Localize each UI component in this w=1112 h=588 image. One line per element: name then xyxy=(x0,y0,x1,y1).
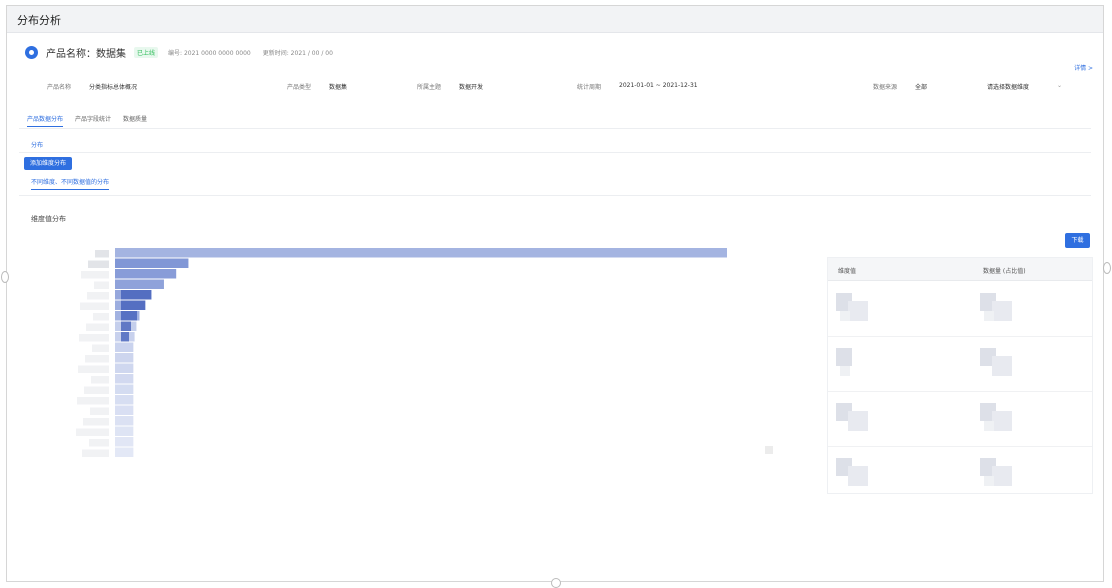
table-cell xyxy=(980,293,1014,323)
update-time: 更新时间: 2021 / 00 / 00 xyxy=(262,49,333,57)
chart-category-label xyxy=(79,334,109,342)
chart-bar[interactable] xyxy=(115,405,134,416)
chart-category-label xyxy=(92,344,109,352)
add-dimension-button[interactable]: 添加维度分布 xyxy=(24,157,72,170)
distribution-table: 维度值 数据量 (占比值) xyxy=(827,257,1093,494)
chart-bar[interactable] xyxy=(115,363,134,374)
chart-bar[interactable] xyxy=(115,384,134,395)
info-label-3: 所属主题 xyxy=(417,84,442,91)
column-header-count: 数据量 (占比值) xyxy=(983,268,1026,275)
table-cell xyxy=(980,348,1014,378)
chart-category-label xyxy=(80,302,109,310)
chart-bar-highlight xyxy=(121,332,129,342)
app-window: 分布分析 产品名称：数据集 已上线 编号: 2021 0000 0000 000… xyxy=(6,5,1104,582)
info-value-5: 全部 xyxy=(915,84,928,91)
table-row[interactable] xyxy=(828,391,1092,447)
info-row: 产品名称 分类指标总体概况 产品类型 数据集 所属主题 数据开发 统计周期 20… xyxy=(47,82,1083,94)
table-row[interactable] xyxy=(828,336,1092,392)
product-logo-icon xyxy=(25,45,38,59)
download-button[interactable]: 下载 xyxy=(1065,233,1090,248)
product-header: 产品名称：数据集 已上线 编号: 2021 0000 0000 0000 更新时… xyxy=(25,44,345,60)
info-label-5: 数据来源 xyxy=(873,84,898,91)
chart-category-label xyxy=(84,386,109,394)
table-cell xyxy=(980,403,1014,433)
chart-category-label xyxy=(81,271,109,279)
tab-quality[interactable]: 数据质量 xyxy=(123,114,147,127)
chart-bar[interactable] xyxy=(115,374,134,384)
section-title: 维度值分布 xyxy=(31,215,66,223)
chart-bar-highlight xyxy=(121,290,151,300)
tab-distribution[interactable]: 产品数据分布 xyxy=(27,114,64,127)
chart-category-label xyxy=(86,323,109,331)
table-cell xyxy=(980,458,1014,488)
table-cell xyxy=(836,348,870,378)
details-link[interactable]: 详情 > xyxy=(1074,63,1093,72)
chart-bar[interactable] xyxy=(115,353,134,363)
chart-category-label xyxy=(94,281,109,289)
chart-bar[interactable] xyxy=(115,447,134,458)
chart-category-label xyxy=(82,449,109,457)
table-header: 维度值 数据量 (占比值) xyxy=(828,258,1092,281)
info-label-2: 产品类型 xyxy=(287,84,312,91)
chart-bar[interactable] xyxy=(115,258,189,269)
chart-bar-highlight xyxy=(121,311,137,321)
table-cell xyxy=(836,293,870,323)
chart-category-label xyxy=(88,260,109,268)
table-row[interactable] xyxy=(828,281,1092,337)
chart-bar[interactable] xyxy=(115,426,134,437)
product-id: 编号: 2021 0000 0000 0000 xyxy=(168,49,251,57)
dimension-select[interactable]: 请选择数据维度 xyxy=(987,82,1029,91)
chart-bar[interactable] xyxy=(115,416,134,426)
page-title: 分布分析 xyxy=(17,14,61,27)
chart-category-label xyxy=(90,407,109,415)
info-value-2: 数据集 xyxy=(329,84,348,91)
chart-category-label xyxy=(77,397,109,405)
table-row[interactable] xyxy=(828,446,1092,501)
chart-bar[interactable] xyxy=(115,269,177,279)
resize-handle-right[interactable] xyxy=(1103,262,1111,274)
info-label-1: 产品名称 xyxy=(47,84,72,91)
info-value-3: 数据开发 xyxy=(459,84,484,91)
distribution-chart xyxy=(76,248,727,458)
table-cell xyxy=(836,403,870,433)
chart-category-label xyxy=(83,418,109,426)
tab-field-stats[interactable]: 产品字段统计 xyxy=(75,114,111,127)
divider xyxy=(19,152,1091,153)
chart-bar[interactable] xyxy=(115,279,164,290)
chart-category-label xyxy=(78,365,109,373)
info-value-1: 分类指标总体概况 xyxy=(89,84,138,91)
chart-category-label xyxy=(76,428,109,436)
status-badge: 已上线 xyxy=(134,46,159,58)
chart-category-label xyxy=(89,439,109,447)
info-label-4: 统计周期 xyxy=(577,84,602,91)
chart-category-label xyxy=(85,355,109,363)
chart-bar-highlight xyxy=(121,300,145,310)
resize-handle-left[interactable] xyxy=(1,271,9,283)
chart-category-label xyxy=(95,250,109,258)
chevron-down-icon[interactable]: ⌄ xyxy=(1057,82,1062,89)
chart-bar[interactable] xyxy=(115,395,134,405)
chart-category-label xyxy=(87,292,109,300)
chart-bar[interactable] xyxy=(115,248,727,258)
chart-category-label xyxy=(93,313,109,321)
dimension-hint-link[interactable]: 不同维度、不同数据值的分布 xyxy=(31,177,110,190)
chart-category-label xyxy=(91,376,109,384)
title-bar: 分布分析 xyxy=(7,6,1103,33)
column-header-value: 维度值 xyxy=(838,268,857,275)
divider xyxy=(19,195,1091,196)
product-name: 产品名称：数据集 xyxy=(46,48,126,60)
chart-bar-highlight xyxy=(121,321,131,331)
tab-bar: 产品数据分布 产品字段统计 数据质量 xyxy=(27,114,159,127)
divider xyxy=(19,128,1091,129)
info-value-4: 2021-01-01 ~ 2021-12-31 xyxy=(619,82,698,89)
scroll-indicator[interactable] xyxy=(765,446,773,454)
chart-bar[interactable] xyxy=(115,342,134,353)
chart-bar[interactable] xyxy=(115,437,134,447)
table-cell xyxy=(836,458,870,488)
